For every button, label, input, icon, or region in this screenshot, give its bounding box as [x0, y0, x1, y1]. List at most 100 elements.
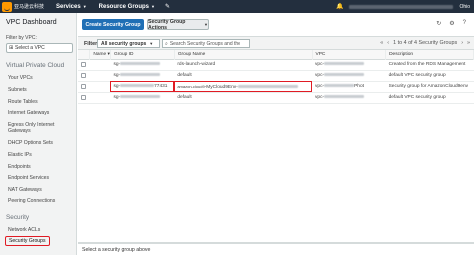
- logo-text: 亚马逊云科技: [14, 4, 45, 10]
- security-groups-table: Name ▾ Group ID Group Name VPC Descripti…: [78, 50, 474, 104]
- navbar-right: 🔔 Ohio: [336, 0, 474, 13]
- column-header-name[interactable]: Name ▾: [89, 50, 111, 59]
- cell-group-name-highlighted: amazon-cloud9-MyCloud9Env-: [174, 81, 313, 93]
- cell-description: default VPC security group: [385, 70, 474, 82]
- cell-vpc: vpc-: [312, 70, 386, 82]
- vpc-prefix: vpc-: [315, 62, 325, 67]
- filter-bar: Filter All security groups ▼ ⌕ « ‹ 1 to …: [78, 36, 474, 50]
- vpc-prefix: vpc-: [315, 73, 325, 78]
- row-checkbox[interactable]: [81, 61, 86, 67]
- chevron-down-icon: ▼: [151, 4, 155, 9]
- chevron-down-icon: ▼: [204, 22, 208, 27]
- security-group-actions-button[interactable]: Security Group Actions ▼: [147, 18, 209, 31]
- vpc-prefix: vpc-: [315, 84, 325, 89]
- services-menu[interactable]: Services ▼: [50, 0, 93, 13]
- cell-group-id: sg-: [110, 59, 175, 71]
- search-box[interactable]: ⌕: [162, 39, 250, 48]
- redacted-vpc: [324, 84, 355, 88]
- redacted-id: [120, 73, 161, 77]
- sidebar-item-route-tables[interactable]: Route Tables: [8, 99, 38, 105]
- refresh-icon[interactable]: ↻: [436, 20, 441, 27]
- redacted-id: [120, 62, 161, 66]
- sidebar-item-your-vpcs[interactable]: Your VPCs: [8, 75, 33, 81]
- redacted-group-name: [237, 84, 298, 88]
- region-selector[interactable]: Ohio: [459, 4, 470, 10]
- resource-groups-menu[interactable]: Resource Groups ▼: [93, 0, 161, 13]
- chevron-down-icon: ▼: [149, 41, 154, 46]
- cell-description: Security group for AmazonCloud9env: [385, 81, 474, 93]
- cell-name: [89, 81, 111, 93]
- column-name-label: Name: [93, 51, 107, 57]
- table-row[interactable]: sg- rds-launch-wizard vpc- Created from …: [78, 59, 474, 71]
- vpc-filter-placeholder: Select a VPC: [15, 45, 45, 51]
- sidebar-item-peering[interactable]: Peering Connections: [8, 198, 55, 204]
- sidebar-item-endpoints[interactable]: Endpoints: [8, 164, 31, 170]
- create-security-group-button[interactable]: Create Security Group: [82, 19, 144, 30]
- row-checkbox[interactable]: [81, 83, 86, 89]
- toolbar-icons: ↻ ⚙ ?: [436, 20, 466, 27]
- account-menu[interactable]: [349, 4, 454, 9]
- filter-label: Filter: [84, 41, 98, 47]
- sort-icon: ▾: [107, 51, 110, 57]
- sidebar-item-network-acls[interactable]: Network ACLs: [8, 227, 40, 233]
- redacted-vpc: [324, 62, 365, 66]
- pager-text: 1 to 4 of 4 Security Groups: [393, 40, 458, 46]
- search-input[interactable]: [169, 40, 240, 47]
- sidebar-item-endpoint-services[interactable]: Endpoint Services: [8, 175, 49, 181]
- column-header-group-id[interactable]: Group ID: [110, 50, 175, 59]
- sidebar-item-subnets[interactable]: Subnets: [8, 87, 27, 93]
- aws-logo-icon: [2, 1, 12, 12]
- section-vpc: Virtual Private Cloud: [6, 62, 65, 69]
- row-checkbox[interactable]: [81, 72, 86, 78]
- table-row[interactable]: sg- 77431 amazon-cloud9-MyCloud9Env- vpc-…: [78, 81, 474, 93]
- bell-icon[interactable]: 🔔: [336, 3, 343, 10]
- column-header-group-name[interactable]: Group Name: [174, 50, 313, 59]
- vpc-filter-select[interactable]: ⊞ Select a VPC: [6, 43, 73, 53]
- cell-vpc: vpc-: [312, 92, 386, 104]
- cell-group-name: default: [174, 92, 313, 104]
- last-page-icon[interactable]: »: [467, 40, 470, 46]
- sidebar-item-elastic-ips[interactable]: Elastic IPs: [8, 152, 32, 158]
- pin-icon[interactable]: ✎: [161, 3, 170, 10]
- group-name-text: -MyCloud9Env-: [204, 84, 238, 90]
- sidebar-item-egress-gateways[interactable]: Egress Only Internet Gateways: [8, 122, 68, 134]
- next-page-icon[interactable]: ›: [461, 40, 463, 46]
- redacted-id: [120, 84, 155, 88]
- cell-name: [89, 92, 111, 104]
- prev-page-icon[interactable]: ‹: [387, 40, 389, 46]
- group-name-prefix: amazon-cloud9: [177, 83, 205, 89]
- cell-description: default VPC security group: [385, 92, 474, 104]
- redacted-vpc: [324, 95, 365, 99]
- actions-label: Security Group Actions: [148, 18, 186, 31]
- section-security: Security: [6, 214, 30, 221]
- first-page-icon[interactable]: «: [380, 40, 383, 46]
- sidebar-item-dhcp-options[interactable]: DHCP Options Sets: [8, 140, 53, 146]
- column-header-description[interactable]: Description: [385, 50, 474, 59]
- search-icon: ⌕: [165, 40, 168, 47]
- cell-vpc: vpc- Phot: [312, 81, 386, 93]
- table-row[interactable]: sg- default vpc- default VPC security gr…: [78, 92, 474, 104]
- sidebar-title[interactable]: VPC Dashboard: [6, 19, 57, 26]
- table-row[interactable]: sg- default vpc- default VPC security gr…: [78, 70, 474, 82]
- cell-description: Created from the RDS Management: [385, 59, 474, 71]
- cell-name: [89, 59, 111, 71]
- cell-group-id-highlighted: sg- 77431: [110, 81, 175, 93]
- sidebar-item-internet-gateways[interactable]: Internet Gateways: [8, 110, 49, 116]
- table-header: Name ▾ Group ID Group Name VPC Descripti…: [78, 50, 474, 59]
- filter-select[interactable]: All security groups ▼: [97, 39, 160, 48]
- sidebar-item-security-groups[interactable]: Security Groups: [5, 236, 50, 246]
- column-header-vpc[interactable]: VPC: [312, 50, 387, 59]
- sidebar-item-nat-gateways[interactable]: NAT Gateways: [8, 187, 42, 193]
- cell-group-id: sg-: [110, 70, 175, 82]
- resource-groups-label: Resource Groups: [98, 3, 150, 10]
- filter-icon: ⊞: [9, 45, 14, 51]
- settings-icon[interactable]: ⚙: [449, 20, 454, 27]
- aws-logo[interactable]: 亚马逊云科技: [0, 0, 50, 13]
- help-icon[interactable]: ?: [463, 20, 466, 27]
- vpc-filter-label: Filter by VPC:: [6, 35, 37, 41]
- select-all-header[interactable]: [78, 50, 91, 59]
- main-content: Create Security Group Security Group Act…: [78, 13, 474, 255]
- redacted-vpc: [324, 73, 365, 77]
- row-checkbox[interactable]: [81, 94, 86, 100]
- chevron-down-icon: ▼: [82, 4, 87, 9]
